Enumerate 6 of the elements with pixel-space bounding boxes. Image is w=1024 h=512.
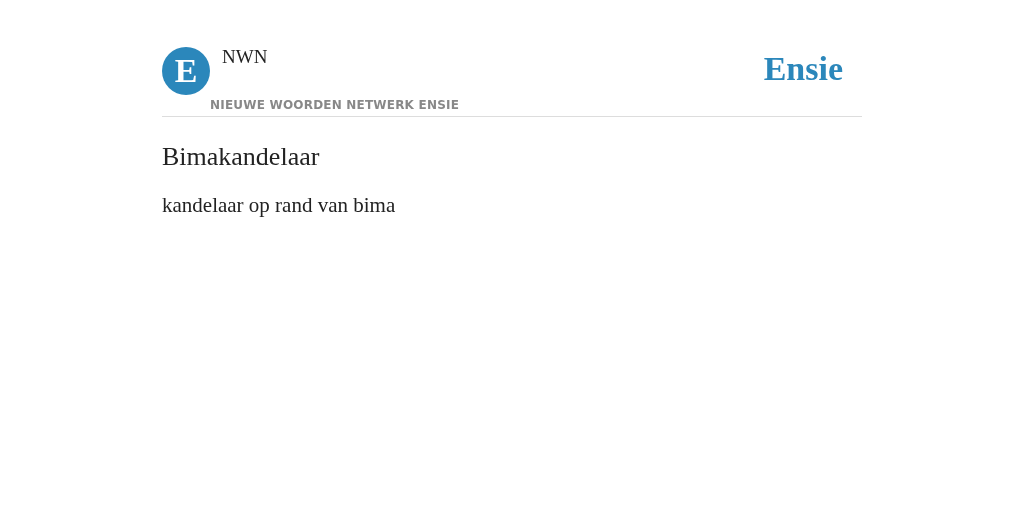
logo[interactable]: E <box>162 47 210 95</box>
entry-title: Bimakandelaar <box>162 141 321 173</box>
tagline: NIEUWE WOORDEN NETWERK ENSIE <box>210 97 460 114</box>
entry-definition: kandelaar op rand van bima <box>162 192 397 220</box>
brand-link[interactable]: Ensie <box>763 50 843 88</box>
site-name: NWN <box>222 46 268 69</box>
